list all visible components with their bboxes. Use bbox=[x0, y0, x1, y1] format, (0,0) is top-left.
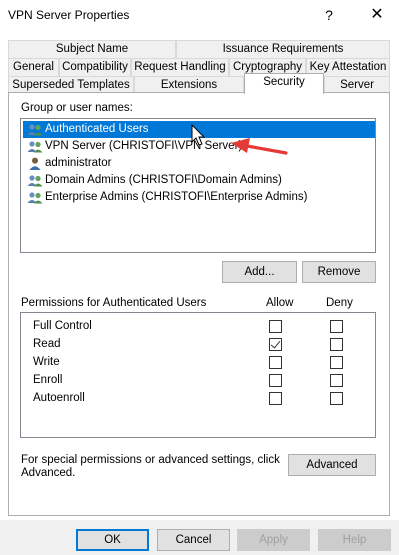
list-item-authenticated-users[interactable]: Authenticated Users bbox=[23, 121, 375, 138]
help-icon[interactable]: ? bbox=[317, 4, 341, 26]
vpn-server-properties-dialog: VPN Server Properties ? ✕ Subject Name I… bbox=[0, 0, 399, 555]
list-item-administrator[interactable]: administrator bbox=[23, 155, 375, 172]
enroll-allow-checkbox[interactable] bbox=[269, 374, 282, 387]
title-bar: VPN Server Properties ? ✕ bbox=[0, 0, 399, 30]
user-name: Domain Admins (CHRISTOFI\Domain Admins) bbox=[45, 174, 282, 186]
permissions-label: Permissions for Authenticated Users bbox=[21, 297, 207, 309]
close-icon[interactable]: ✕ bbox=[364, 3, 390, 27]
window-title: VPN Server Properties bbox=[8, 8, 130, 22]
autoenroll-deny-checkbox[interactable] bbox=[330, 392, 343, 405]
list-item-enterprise-admins[interactable]: Enterprise Admins (CHRISTOFI\Enterprise … bbox=[23, 189, 375, 206]
list-item-vpn-server[interactable]: VPN Server (CHRISTOFI\VPN Server) bbox=[23, 138, 375, 155]
write-allow-checkbox[interactable] bbox=[269, 356, 282, 369]
user-name: administrator bbox=[45, 157, 112, 169]
group-icon bbox=[27, 124, 43, 136]
tab-request-handling[interactable]: Request Handling bbox=[131, 58, 229, 76]
user-name: VPN Server (CHRISTOFI\VPN Server) bbox=[45, 140, 243, 152]
remove-button[interactable]: Remove bbox=[302, 261, 376, 283]
tab-issuance-requirements[interactable]: Issuance Requirements bbox=[176, 40, 390, 58]
full-control-deny-checkbox[interactable] bbox=[330, 320, 343, 333]
group-icon bbox=[27, 175, 43, 187]
list-item-domain-admins[interactable]: Domain Admins (CHRISTOFI\Domain Admins) bbox=[23, 172, 375, 189]
dialog-footer: OK Cancel Apply Help bbox=[0, 520, 399, 555]
read-allow-checkbox[interactable] bbox=[269, 338, 282, 351]
autoenroll-allow-checkbox[interactable] bbox=[269, 392, 282, 405]
user-name: Enterprise Admins (CHRISTOFI\Enterprise … bbox=[45, 191, 308, 203]
enroll-deny-checkbox[interactable] bbox=[330, 374, 343, 387]
permission-name: Enroll bbox=[33, 374, 63, 386]
group-or-user-names-label: Group or user names: bbox=[21, 102, 133, 114]
write-deny-checkbox[interactable] bbox=[330, 356, 343, 369]
read-deny-checkbox[interactable] bbox=[330, 338, 343, 351]
full-control-allow-checkbox[interactable] bbox=[269, 320, 282, 333]
special-permissions-text-advanced: Advanced. bbox=[21, 467, 76, 479]
tab-general[interactable]: General bbox=[8, 58, 59, 76]
tab-extensions[interactable]: Extensions bbox=[134, 76, 244, 93]
permission-name: Autoenroll bbox=[33, 392, 85, 404]
tab-server[interactable]: Server bbox=[324, 76, 390, 93]
advanced-button[interactable]: Advanced bbox=[288, 454, 376, 476]
user-name: Authenticated Users bbox=[45, 123, 149, 135]
ok-button[interactable]: OK bbox=[76, 529, 149, 551]
tab-subject-name[interactable]: Subject Name bbox=[8, 40, 176, 58]
group-icon bbox=[27, 141, 43, 153]
deny-column-header: Deny bbox=[326, 297, 353, 309]
permission-name: Full Control bbox=[33, 320, 92, 332]
help-button[interactable]: Help bbox=[318, 529, 391, 551]
allow-column-header: Allow bbox=[266, 297, 294, 309]
group-icon bbox=[27, 192, 43, 204]
apply-button[interactable]: Apply bbox=[237, 529, 310, 551]
permission-name: Write bbox=[33, 356, 60, 368]
user-icon bbox=[29, 157, 41, 170]
add-button[interactable]: Add... bbox=[222, 261, 297, 283]
tab-compatibility[interactable]: Compatibility bbox=[59, 58, 131, 76]
permission-name: Read bbox=[33, 338, 61, 350]
special-permissions-text: For special permissions or advanced sett… bbox=[21, 454, 280, 466]
tab-superseded-templates[interactable]: Superseded Templates bbox=[8, 76, 134, 93]
cancel-button[interactable]: Cancel bbox=[157, 529, 230, 551]
permissions-list: Full Control Read Write Enroll Autoenrol… bbox=[20, 312, 376, 438]
tab-security[interactable]: Security bbox=[244, 73, 324, 94]
users-listbox[interactable]: Authenticated Users VPN Server (CHRISTOF… bbox=[20, 118, 376, 253]
